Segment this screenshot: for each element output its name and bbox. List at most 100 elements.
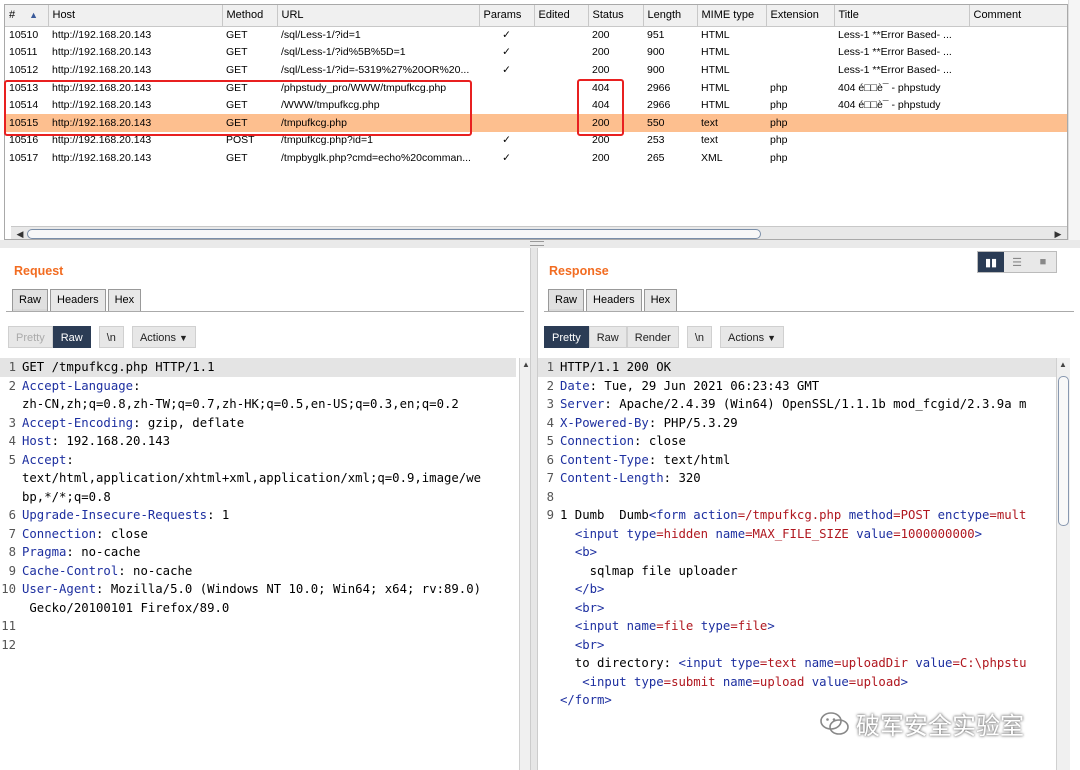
- table-row[interactable]: 10512 http://192.168.20.143 GET/sql/Less-1…: [5, 61, 1067, 79]
- code-line: 9 1 Dumb Dumb<form action=/tmpufkcg.php m…: [538, 506, 1056, 525]
- pretty-button[interactable]: Pretty: [8, 326, 53, 348]
- line-number: 1: [546, 360, 554, 374]
- cell-num: 10515: [5, 113, 48, 132]
- watermark: 破军安全实验室: [820, 706, 1024, 741]
- splitter-grip[interactable]: [530, 241, 544, 246]
- scrollbar-thumb[interactable]: [1058, 376, 1069, 526]
- cell-host: http://192.168.20.143: [52, 29, 152, 42]
- raw-button[interactable]: Raw: [588, 326, 627, 348]
- raw-button[interactable]: Raw: [52, 326, 91, 348]
- tab-headers[interactable]: Headers: [50, 289, 106, 311]
- column-header-label: URL: [281, 9, 304, 22]
- cell-method: GET: [222, 113, 277, 132]
- newline-toggle-button[interactable]: \n: [98, 326, 124, 348]
- scrollbar-thumb[interactable]: [27, 229, 761, 239]
- empty-cell: [643, 167, 697, 185]
- html-tag: method: [848, 508, 894, 522]
- newline-toggle-button[interactable]: \n: [686, 326, 713, 348]
- cell-ext: php: [770, 99, 788, 112]
- html-tag: value: [915, 656, 953, 670]
- code-line: <br>: [538, 636, 1056, 655]
- request-editor[interactable]: 1 GET /tmpufkcg.php HTTP/1.1 2 Accept-Langu…: [0, 358, 516, 770]
- code-line: 5 Connection: close: [538, 432, 1056, 451]
- tab-raw[interactable]: Raw: [12, 289, 49, 311]
- line-number: 7: [8, 526, 16, 541]
- cell-status: 404: [592, 81, 610, 94]
- cell-mime: XML: [701, 151, 723, 164]
- column-header-mime-type[interactable]: MIME type: [697, 5, 767, 27]
- column-header-title[interactable]: Title: [834, 5, 970, 27]
- code-line: <input type=hidden name=MAX_FILE_SIZE va…: [538, 525, 1056, 544]
- response-vertical-scrollbar[interactable]: ▲: [1056, 358, 1070, 770]
- html-tag: </form>: [560, 693, 612, 707]
- scroll-left-icon[interactable]: ◀: [13, 227, 27, 239]
- sort-ascending-icon[interactable]: ▲: [29, 10, 38, 20]
- single-layout-icon[interactable]: ■: [1030, 252, 1056, 272]
- cell-params: ✓: [502, 151, 511, 164]
- column-header-length[interactable]: Length: [643, 5, 698, 27]
- cell-comment: [969, 61, 1067, 79]
- column-header-comment[interactable]: Comment: [969, 5, 1067, 27]
- column-header-params[interactable]: Params: [479, 5, 535, 27]
- line-number: 7: [546, 471, 554, 485]
- header-name: X-Powered-By: [560, 415, 649, 430]
- header-name: Pragma: [22, 545, 67, 559]
- attribute-value: =C:\phpstu: [952, 656, 1027, 670]
- pretty-button[interactable]: Pretty: [544, 326, 589, 348]
- vertical-splitter[interactable]: [530, 248, 538, 770]
- empty-cell: [479, 184, 534, 202]
- actions-label: Actions: [728, 332, 765, 344]
- line-number: 9: [8, 563, 16, 578]
- empty-cell: [48, 202, 222, 220]
- code-line: 11: [0, 617, 516, 636]
- actions-button[interactable]: Actions ▼: [720, 326, 785, 348]
- horizontal-splitter[interactable]: [0, 240, 1080, 248]
- side-by-side-layout-icon[interactable]: ▮▮: [978, 252, 1004, 272]
- tab-headers[interactable]: Headers: [586, 289, 642, 311]
- attribute-value: =mult: [989, 508, 1027, 522]
- scroll-right-icon[interactable]: ▶: [1051, 227, 1065, 239]
- header-name: Content-Type: [560, 452, 649, 467]
- column-header-extension[interactable]: Extension: [766, 5, 835, 27]
- empty-cell: [643, 202, 697, 220]
- column-header-label: Method: [226, 9, 264, 22]
- tab-hex[interactable]: Hex: [107, 289, 142, 311]
- table-row[interactable]: 10513 http://192.168.20.143 GET/phpstudy_p…: [5, 79, 1067, 97]
- tab-divider: [6, 311, 524, 312]
- line-number: 6: [546, 452, 554, 467]
- column-header-host[interactable]: Host: [48, 5, 223, 27]
- request-vertical-scrollbar[interactable]: ▲: [519, 358, 530, 770]
- scroll-up-icon[interactable]: ▲: [1059, 360, 1067, 369]
- table-row[interactable]: 10517 http://192.168.20.143 GET/tmpbyglk.p…: [5, 149, 1067, 167]
- column-header-method[interactable]: Method: [222, 5, 278, 27]
- render-button[interactable]: Render: [626, 326, 679, 348]
- tab-hex[interactable]: Hex: [643, 289, 678, 311]
- html-tag: value: [856, 526, 894, 541]
- column-header-status[interactable]: Status: [588, 5, 644, 27]
- column-header-url[interactable]: URL: [277, 5, 480, 27]
- table-row[interactable]: 10514 http://192.168.20.143 GET/WWW/tmpufk…: [5, 96, 1067, 114]
- cell-url: /sql/Less-1/?id=1: [281, 29, 361, 42]
- tab-raw[interactable]: Raw: [548, 289, 585, 311]
- chevron-down-icon: ▼: [179, 333, 188, 343]
- empty-cell: [766, 184, 834, 202]
- table-row[interactable]: 10510 http://192.168.20.143 GET/sql/Less-1…: [5, 26, 1067, 44]
- code-line: 7 Connection: close: [0, 525, 516, 544]
- table-row[interactable]: 10511 http://192.168.20.143 GET/sql/Less-1…: [5, 44, 1067, 62]
- table-row[interactable]: 10516 http://192.168.20.143 POST/tmpufkcg.…: [5, 132, 1067, 150]
- attribute-value: =text: [759, 656, 805, 670]
- stacked-layout-icon[interactable]: ☰: [1004, 252, 1030, 272]
- cell-num: 10512: [9, 63, 39, 76]
- code-line: 1 HTTP/1.1 200 OK: [538, 358, 1056, 377]
- column-header-edited[interactable]: Edited: [534, 5, 589, 27]
- line-number: 2: [546, 378, 554, 393]
- actions-button[interactable]: Actions ▼: [131, 326, 196, 348]
- table-row[interactable]: 10515 http://192.168.20.143 GET/tmpufkcg.p…: [5, 113, 1067, 132]
- code-text: : text/html: [648, 452, 731, 467]
- cell-comment: [969, 132, 1067, 150]
- horizontal-scrollbar[interactable]: ◀ ▶: [11, 226, 1067, 239]
- column-header-number[interactable]: # ▲: [5, 5, 49, 27]
- scroll-up-icon[interactable]: ▲: [522, 360, 530, 369]
- code-line: 5 Accept:: [0, 451, 516, 470]
